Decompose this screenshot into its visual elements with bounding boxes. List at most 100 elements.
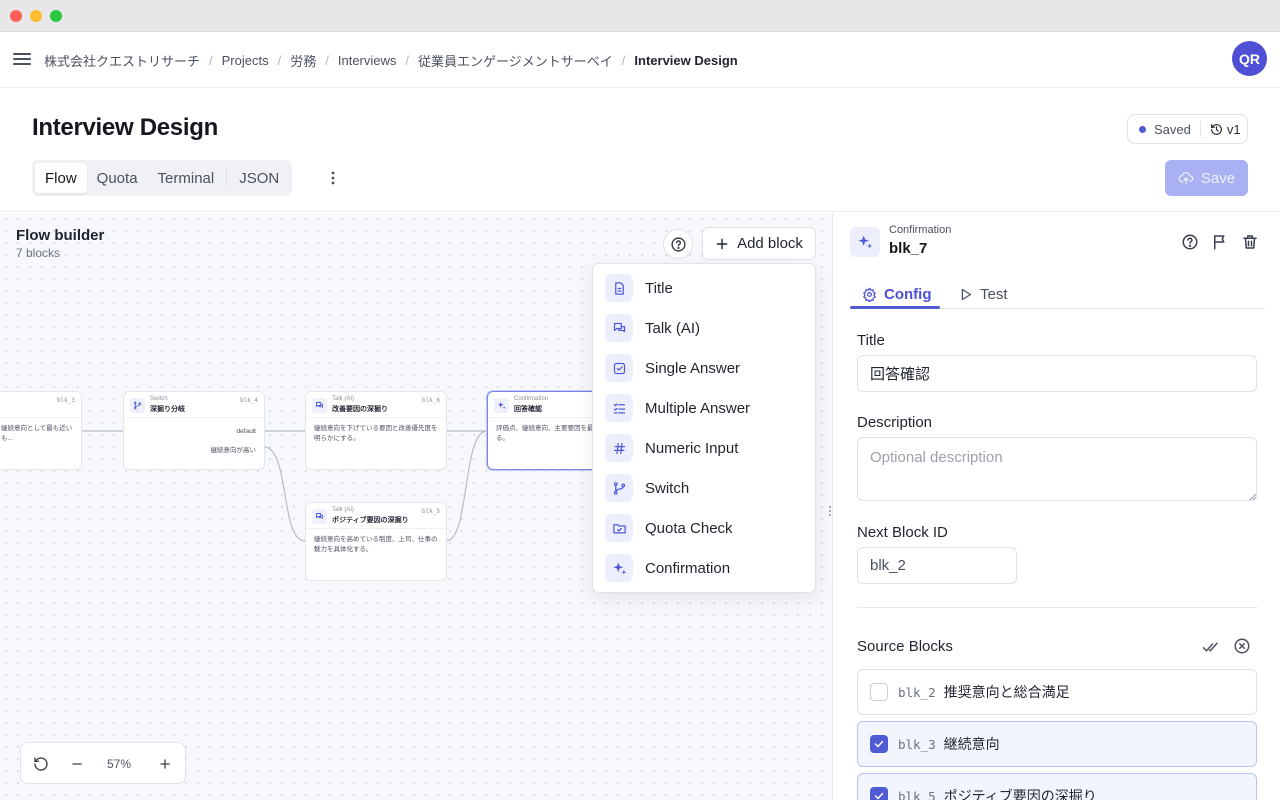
node-type: Talk (AI) — [332, 507, 355, 513]
sparkle-icon — [494, 398, 509, 413]
reset-zoom-icon[interactable] — [32, 755, 50, 773]
help-circle-icon — [670, 236, 686, 252]
more-options-icon[interactable] — [326, 170, 340, 186]
version-label: v1 — [1226, 121, 1241, 137]
save-button[interactable]: Save — [1165, 160, 1248, 196]
minimize-window-button[interactable] — [30, 10, 42, 22]
zoom-out-icon[interactable] — [68, 755, 86, 773]
breadcrumb: 株式会社クエストリサーチ / Projects / 労務 / Interview… — [44, 51, 738, 70]
cloud-upload-icon — [1178, 172, 1194, 184]
source-checkbox[interactable] — [870, 683, 888, 701]
node-description: 継続意向として最も近いも… — [1, 425, 73, 442]
maximize-window-button[interactable] — [50, 10, 62, 22]
next-block-input[interactable]: blk_2 — [857, 547, 1017, 584]
check-icon — [874, 740, 884, 748]
menu-item-multiple-answer[interactable]: Multiple Answer — [593, 388, 815, 428]
hamburger-menu-icon[interactable] — [13, 50, 31, 70]
close-window-button[interactable] — [10, 10, 22, 22]
tab-json[interactable]: JSON — [229, 163, 289, 193]
window-titlebar — [0, 0, 1280, 32]
active-tab-indicator — [850, 306, 940, 309]
node-type: Switch — [150, 396, 168, 402]
source-checkbox[interactable] — [870, 735, 888, 753]
menu-item-confirmation[interactable]: Confirmation — [593, 548, 815, 588]
node-id: blk_5 — [421, 508, 440, 515]
canvas-help-button[interactable] — [663, 229, 693, 259]
title-label: Title — [857, 332, 885, 349]
flow-node-blk-4[interactable]: Switch 深掘り分岐 blk_4 default 継続意向が高い — [123, 391, 265, 470]
add-block-menu: Title Talk (AI) Single Answer Multiple A… — [592, 263, 816, 593]
status-text: Saved — [1154, 121, 1191, 137]
flow-node-blk-5[interactable]: Talk (AI) ポジティブ要因の深掘り blk_5 継続意向を高めている制度… — [305, 502, 447, 581]
page-title: Interview Design — [32, 114, 218, 141]
view-tabs: Flow Quota Terminal JSON — [32, 160, 293, 196]
tab-quota[interactable]: Quota — [87, 163, 148, 193]
branch-default: default — [236, 428, 256, 435]
node-name: ポジティブ要因の深掘り — [332, 517, 409, 524]
folder-icon — [605, 514, 633, 542]
check-all-icon[interactable] — [1202, 638, 1220, 656]
description-label: Description — [857, 414, 933, 431]
user-avatar[interactable]: QR — [1232, 41, 1267, 76]
title-input[interactable]: 回答確認 — [857, 355, 1257, 392]
breadcrumb-interviews[interactable]: Interviews — [338, 53, 397, 68]
zoom-controls: 57% — [20, 742, 186, 784]
menu-item-single-answer[interactable]: Single Answer — [593, 348, 815, 388]
chat-icon — [605, 314, 633, 342]
save-status-pill: Saved v1 — [1127, 114, 1248, 144]
plus-icon — [716, 238, 728, 249]
add-block-button[interactable]: Add block — [702, 227, 816, 260]
flow-node-blk-3[interactable]: blk_3 継続意向として最も近いも… — [0, 391, 82, 470]
flag-icon[interactable] — [1211, 233, 1229, 251]
sparkle-icon — [850, 227, 880, 257]
source-block-row[interactable]: blk_2 推奨意向と総合満足 — [857, 669, 1257, 715]
source-block-row[interactable]: blk_5 ポジティブ要因の深掘り — [857, 773, 1257, 800]
status-dot-icon — [1139, 125, 1146, 133]
chat-icon — [312, 509, 327, 524]
breadcrumb-current: Interview Design — [634, 53, 738, 68]
tab-flow[interactable]: Flow — [35, 163, 87, 193]
top-nav: 株式会社クエストリサーチ / Projects / 労務 / Interview… — [0, 32, 1280, 88]
help-circle-icon[interactable] — [1181, 233, 1199, 251]
tab-terminal[interactable]: Terminal — [148, 163, 225, 193]
flow-canvas[interactable]: Flow builder 7 blocks blk_3 継続意向として最も近いも… — [0, 213, 832, 800]
node-name: 深掘り分岐 — [150, 406, 185, 413]
page-header: Interview Design Saved v1 Flow Quota Ter… — [0, 88, 1280, 212]
hash-icon — [605, 434, 633, 462]
flow-node-blk-6[interactable]: Talk (AI) 改善要因の深掘り blk_6 継続意向を下げている要因と改善… — [305, 391, 447, 470]
node-description: 継続意向を高めている制度、上司、仕事の魅力を具体化する。 — [314, 536, 438, 553]
zoom-level: 57% — [107, 757, 132, 771]
trash-icon[interactable] — [1241, 233, 1259, 251]
zoom-in-icon[interactable] — [156, 755, 174, 773]
sparkle-icon — [605, 554, 633, 582]
block-config-panel: Confirmation blk_7 Config Test Title 回答確… — [832, 213, 1280, 800]
branch-icon — [605, 474, 633, 502]
clear-all-icon[interactable] — [1233, 637, 1251, 655]
history-icon — [1210, 123, 1222, 135]
source-blocks-label: Source Blocks — [857, 638, 953, 655]
source-block-row[interactable]: blk_3 継続意向 — [857, 721, 1257, 767]
breadcrumb-project[interactable]: 労務 — [290, 51, 316, 70]
menu-item-numeric-input[interactable]: Numeric Input — [593, 428, 815, 468]
play-icon — [961, 288, 972, 300]
node-id: blk_4 — [239, 397, 258, 404]
tab-config[interactable]: Config — [862, 279, 931, 309]
description-textarea[interactable]: Optional description — [857, 437, 1257, 501]
tab-test[interactable]: Test — [958, 279, 1008, 309]
save-label: Save — [1200, 169, 1236, 187]
breadcrumb-projects[interactable]: Projects — [222, 53, 269, 68]
menu-item-title[interactable]: Title — [593, 268, 815, 308]
menu-item-talk-ai[interactable]: Talk (AI) — [593, 308, 815, 348]
check-icon — [874, 792, 884, 800]
breadcrumb-survey[interactable]: 従業員エンゲージメントサーベイ — [418, 51, 613, 70]
menu-item-quota-check[interactable]: Quota Check — [593, 508, 815, 548]
resize-grip-icon[interactable] — [1249, 493, 1257, 501]
node-id: blk_6 — [421, 397, 440, 404]
menu-item-switch[interactable]: Switch — [593, 468, 815, 508]
node-id: blk_3 — [56, 397, 75, 404]
panel-block-id: blk_7 — [889, 240, 928, 257]
list-check-icon — [605, 394, 633, 422]
source-checkbox[interactable] — [870, 787, 888, 800]
version-button[interactable]: v1 — [1210, 122, 1241, 137]
breadcrumb-company[interactable]: 株式会社クエストリサーチ — [44, 51, 200, 70]
